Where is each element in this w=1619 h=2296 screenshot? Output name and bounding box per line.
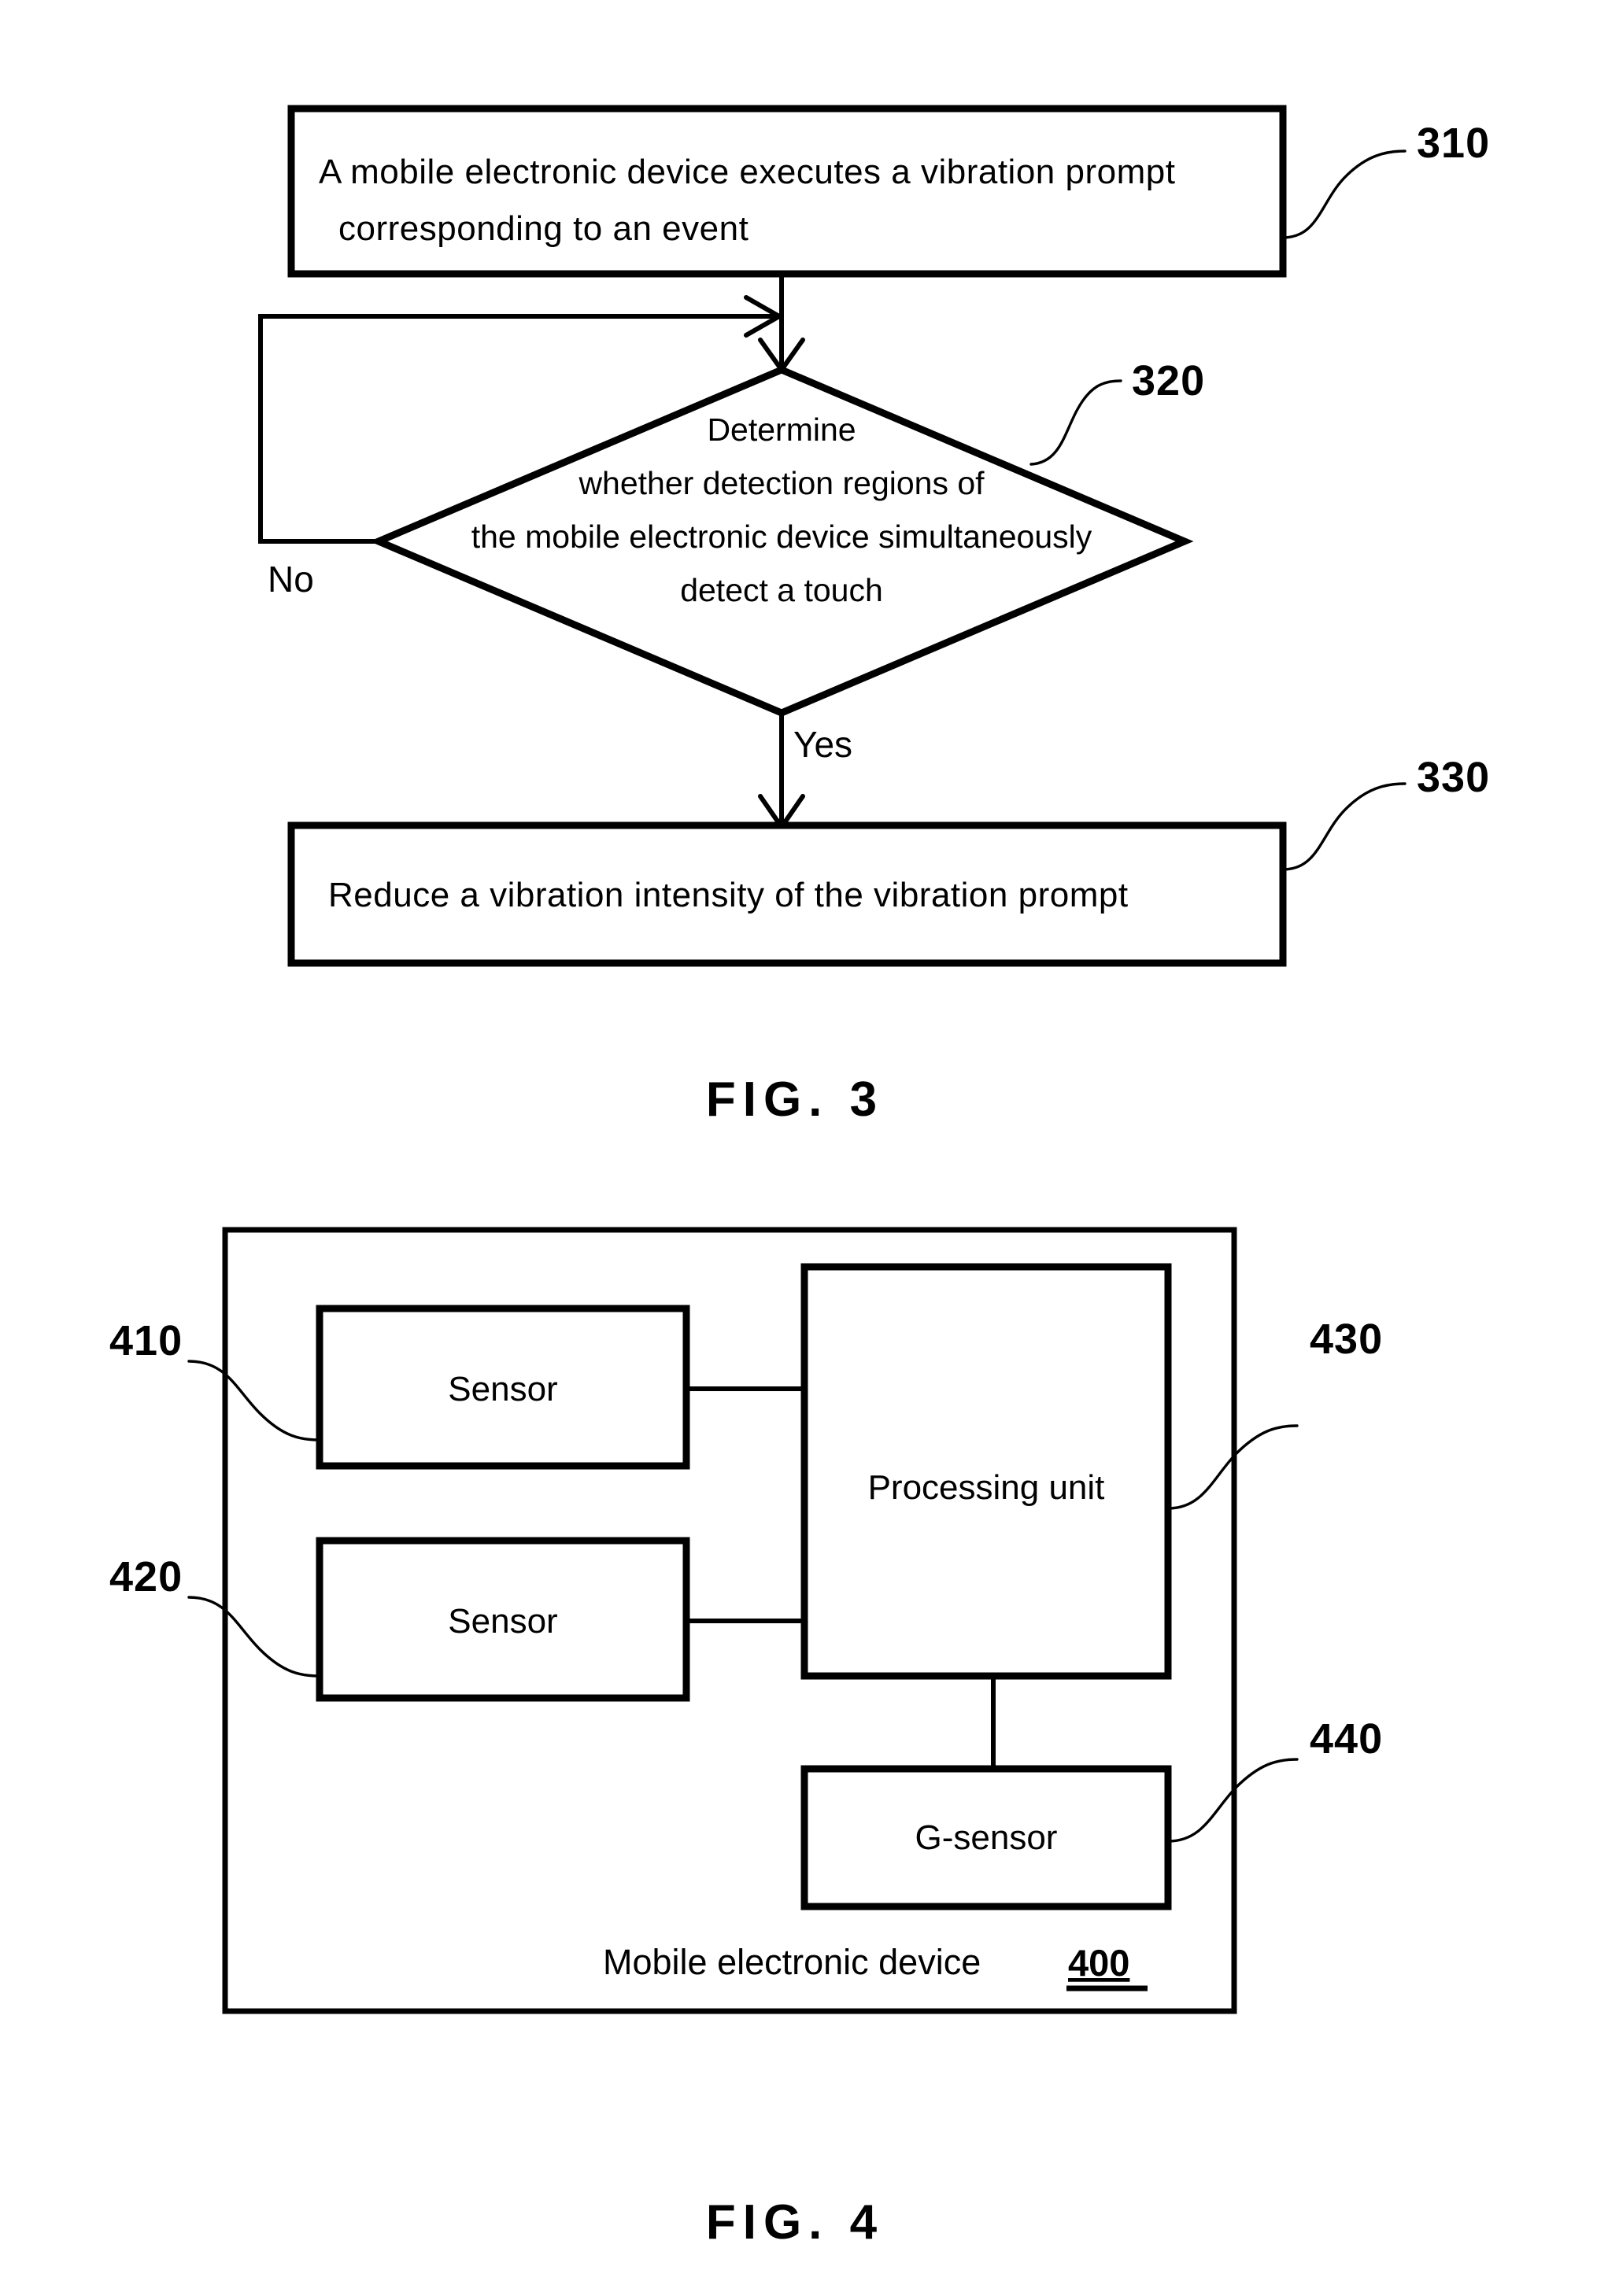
sensor-box-410-label: Sensor xyxy=(448,1370,557,1408)
branch-yes: Yes xyxy=(758,713,852,829)
flow-node-310: A mobile electronic device executes a vi… xyxy=(287,105,1490,278)
process-box-310-line-2: corresponding to an event xyxy=(338,209,749,248)
processing-unit-box-430-label: Processing unit xyxy=(868,1468,1105,1507)
block-410: Sensor 410 xyxy=(109,1305,690,1470)
flow-node-320: Determine whether detection regions of t… xyxy=(369,357,1205,717)
ref-number-420: 420 xyxy=(109,1553,183,1600)
decision-text-line-2: whether detection regions of xyxy=(578,465,985,501)
device-container-label: Mobile electronic device xyxy=(603,1942,981,1982)
sensor-box-420-label: Sensor xyxy=(448,1602,557,1641)
block-430: Processing unit 430 xyxy=(800,1263,1383,1680)
process-box-310-line-1: A mobile electronic device executes a vi… xyxy=(319,153,1175,191)
branch-label-yes: Yes xyxy=(793,724,852,765)
decision-text-line-4: detect a touch xyxy=(680,572,883,608)
ref-number-330: 330 xyxy=(1417,754,1490,801)
patent-drawing-sheet: A mobile electronic device executes a vi… xyxy=(0,0,1619,2296)
flow-node-330: Reduce a vibration intensity of the vibr… xyxy=(287,754,1490,967)
block-420: Sensor 420 xyxy=(109,1537,690,1702)
ref-number-310: 310 xyxy=(1417,120,1490,167)
ref-number-320: 320 xyxy=(1132,357,1205,404)
g-sensor-box-440-label: G-sensor xyxy=(915,1818,1058,1857)
leader-line-310 xyxy=(1281,149,1406,239)
leader-line-320 xyxy=(1029,379,1122,466)
figure-3-caption: FIG. 3 xyxy=(706,1072,884,1127)
decision-text-line-1: Determine xyxy=(707,412,856,448)
leader-line-330 xyxy=(1281,782,1406,871)
ref-number-430: 430 xyxy=(1310,1316,1383,1363)
process-box-310 xyxy=(287,105,1287,278)
ref-number-410: 410 xyxy=(109,1317,183,1364)
branch-label-no: No xyxy=(268,559,314,600)
decision-text-line-3: the mobile electronic device simultaneou… xyxy=(471,519,1092,555)
device-container-ref-number: 400 xyxy=(1068,1942,1129,1984)
figure-4-caption: FIG. 4 xyxy=(706,2195,884,2250)
ref-number-440: 440 xyxy=(1310,1715,1383,1763)
figure-3: A mobile electronic device executes a vi… xyxy=(258,105,1490,1127)
figure-4: Sensor 410 Sensor 420 Processing unit 43… xyxy=(109,1227,1383,2250)
process-box-330-line-1: Reduce a vibration intensity of the vibr… xyxy=(328,876,1129,914)
